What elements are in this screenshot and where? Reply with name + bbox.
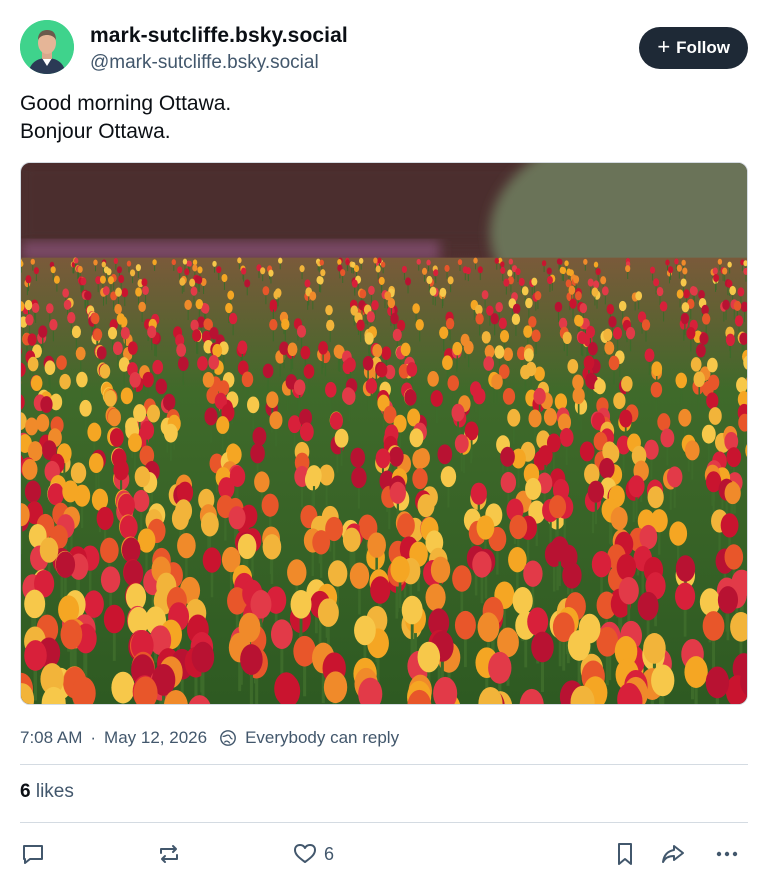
post-meta: 7:08 AM · May 12, 2026 Everybody can rep… — [20, 728, 399, 748]
post-text-line: Bonjour Ottawa. — [20, 120, 171, 143]
divider — [20, 822, 748, 823]
post-time[interactable]: 7:08 AM — [20, 728, 82, 748]
author-handle[interactable]: @mark-sutcliffe.bsky.social — [90, 52, 319, 74]
author-display-name[interactable]: mark-sutcliffe.bsky.social — [90, 24, 348, 48]
repost-arrows-icon — [160, 845, 178, 863]
post-image[interactable] — [20, 162, 748, 705]
likes-label: likes — [35, 781, 74, 802]
likes-count-link[interactable]: 6 likes — [20, 781, 74, 803]
follow-label: Follow — [676, 38, 730, 57]
follow-button[interactable]: + Follow — [639, 27, 748, 69]
bookmark-button[interactable] — [612, 838, 638, 870]
avatar-image — [20, 20, 74, 74]
share-arrow-icon — [662, 845, 684, 863]
like-count: 6 — [324, 843, 335, 864]
post-actions: 6 — [20, 838, 748, 870]
post-text: Good morning Ottawa. Bonjour Ottawa. — [20, 90, 231, 146]
bookmark-icon — [618, 843, 632, 865]
speech-bubble-icon — [23, 845, 43, 864]
reply-button[interactable] — [20, 838, 46, 870]
plus-icon: + — [657, 34, 671, 59]
reply-setting[interactable]: Everybody can reply — [245, 728, 399, 748]
globe-icon — [220, 730, 236, 746]
likes-count: 6 — [20, 781, 31, 802]
repost-button[interactable] — [156, 838, 182, 870]
ellipsis-icon — [716, 851, 738, 857]
meta-separator: · — [90, 728, 97, 747]
post-header: mark-sutcliffe.bsky.social @mark-sutclif… — [20, 20, 748, 76]
divider — [20, 764, 748, 765]
tulip-field-photo — [21, 163, 747, 704]
share-button[interactable] — [660, 838, 686, 870]
more-options-button[interactable] — [714, 838, 740, 870]
heart-icon — [294, 844, 316, 863]
post-date[interactable]: May 12, 2026 — [104, 728, 207, 748]
post-text-line: Good morning Ottawa. — [20, 92, 232, 115]
like-button[interactable]: 6 — [292, 838, 334, 870]
avatar[interactable] — [20, 20, 74, 74]
